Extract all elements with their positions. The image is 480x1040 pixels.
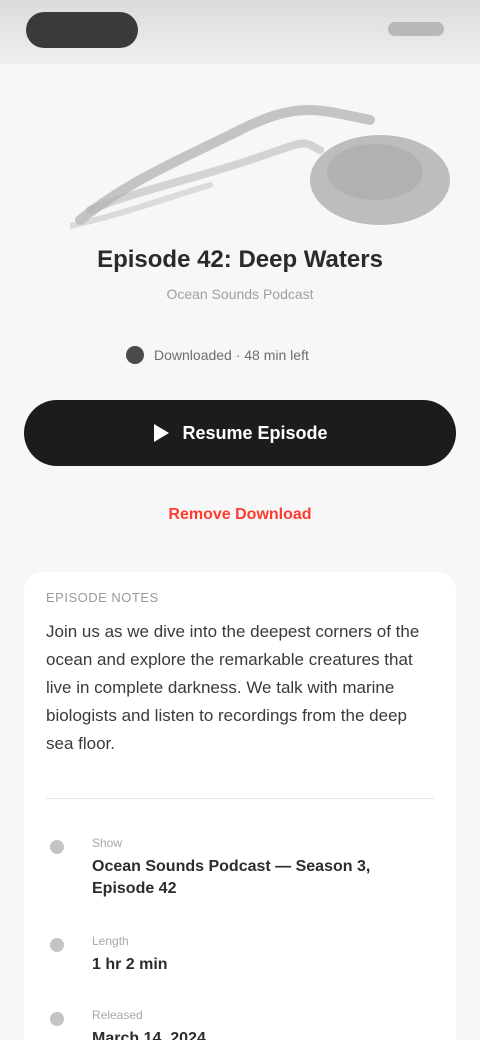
resume-episode-label: Resume Episode xyxy=(182,422,328,443)
info-row-value: March 14, 2024 xyxy=(92,1030,206,1040)
info-row-value: 1 hr 2 min xyxy=(92,956,168,973)
resume-episode-button[interactable]: Resume Episode xyxy=(24,400,456,466)
episode-title: Episode 42: Deep Waters xyxy=(97,246,383,273)
status-bar xyxy=(0,0,480,64)
calendar-icon xyxy=(50,1012,64,1026)
details-divider xyxy=(46,798,434,799)
info-row-label: Length xyxy=(92,934,129,948)
remove-download-link[interactable]: Remove Download xyxy=(0,506,480,524)
status-time-pill xyxy=(26,12,138,48)
download-status-text: Downloaded · 48 min left xyxy=(154,347,309,363)
episode-description: Join us as we dive into the deepest corn… xyxy=(46,622,420,753)
episode-details-card: EPISODE NOTES Join us as we dive into th… xyxy=(24,572,456,1040)
download-check-icon xyxy=(126,346,144,364)
clock-icon xyxy=(50,938,64,952)
microphone-icon xyxy=(50,840,64,854)
status-indicators xyxy=(388,22,444,36)
download-status: Downloaded · 48 min left xyxy=(126,344,356,366)
artwork-wave-2 xyxy=(86,139,324,214)
episode-subtitle: Ocean Sounds Podcast xyxy=(166,286,314,302)
info-row-label: Show xyxy=(92,836,123,850)
episode-artwork xyxy=(70,105,450,229)
info-row-label: Released xyxy=(92,1008,143,1022)
artwork-blob-highlight xyxy=(327,144,423,200)
play-icon xyxy=(154,424,170,442)
details-header: EPISODE NOTES xyxy=(46,590,159,605)
info-row-value: Ocean Sounds Podcast — Season 3, Episode… xyxy=(92,858,371,897)
